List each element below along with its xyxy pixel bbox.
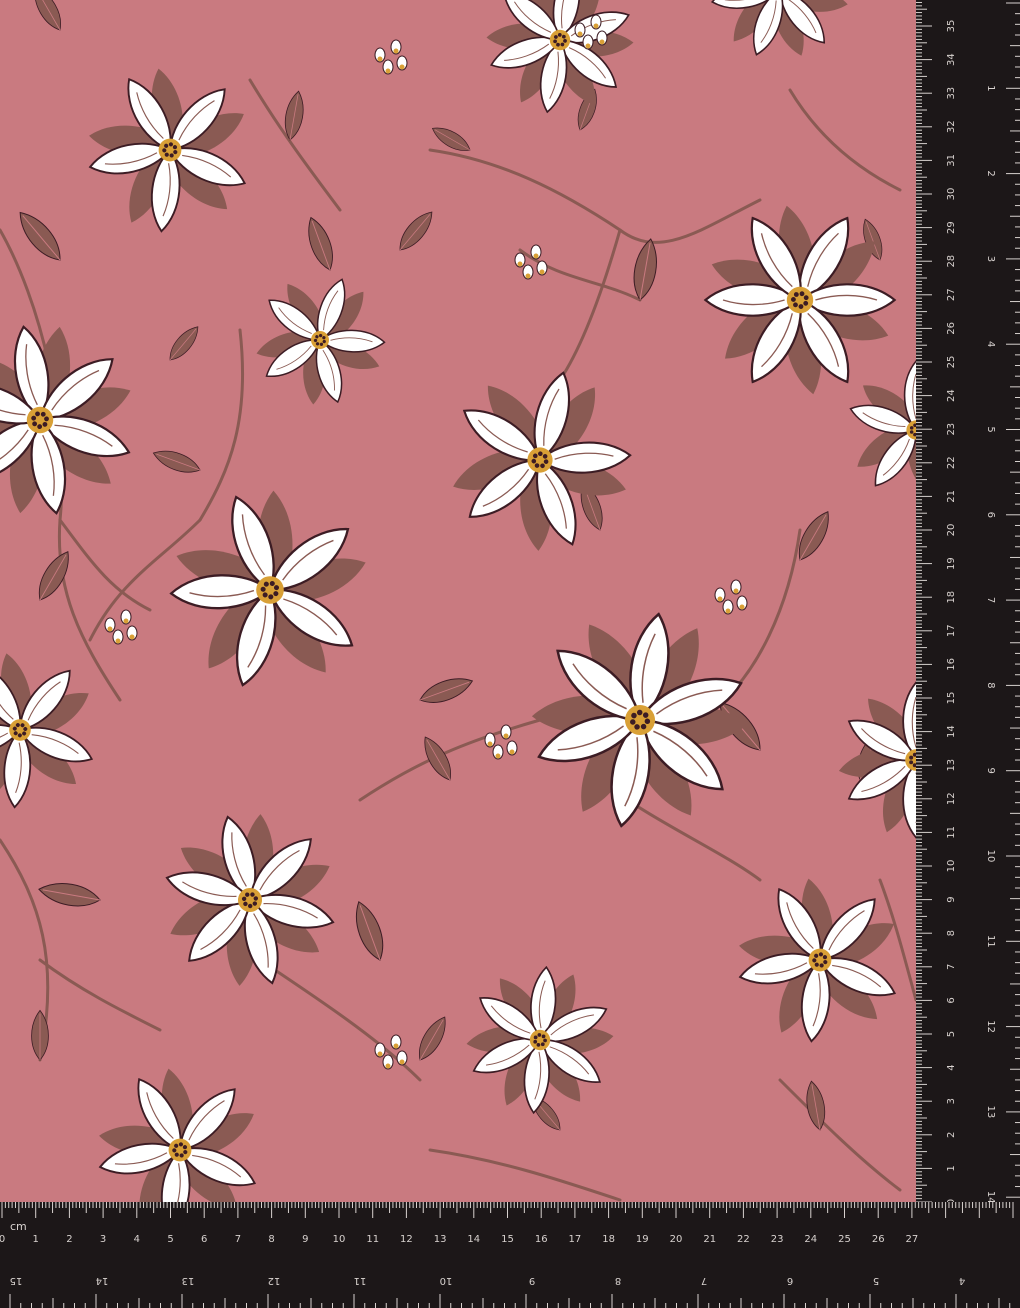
ruler-cm-label: 18 <box>602 1234 615 1245</box>
ruler-cm-label: 6 <box>201 1234 207 1245</box>
ruler-vertical-background <box>916 0 1020 1308</box>
ruler-cm-label: 13 <box>434 1234 447 1245</box>
ruler-horizontal: 0 1 2 3 4 5 6 7 8 9 10 11 12 13 14 15 16 17 18 19 20 21 22 23 24… <box>0 1202 1020 1308</box>
ruler-cm-label: 17 <box>946 624 957 637</box>
floral-fabric-pattern <box>0 0 916 1202</box>
ruler-cm-label: 14 <box>467 1234 480 1245</box>
ruler-cm-label: 18 <box>946 591 957 604</box>
ruler-cm-label: 19 <box>946 557 957 570</box>
ruler-inch-label: 2 <box>985 170 996 176</box>
ruler-cm-label: 21 <box>946 490 957 503</box>
ruler-cm-label: 30 <box>946 188 957 201</box>
ruler-cm-label: 1 <box>33 1234 39 1245</box>
ruler-inch-label: 5 <box>873 1275 879 1286</box>
ruler-cm-label: 26 <box>946 322 957 335</box>
ruler-cm-label: 31 <box>946 154 957 167</box>
ruler-cm-label: 35 <box>946 20 957 33</box>
ruler-inch-label: 7 <box>701 1275 707 1286</box>
ruler-cm-label: 11 <box>946 826 957 839</box>
ruler-cm-label: 33 <box>946 87 957 100</box>
ruler-cm-label: 27 <box>906 1234 919 1245</box>
ruler-cm-label: 16 <box>946 658 957 671</box>
ruler-inch-label: 9 <box>529 1275 535 1286</box>
ruler-cm-label: 8 <box>268 1234 274 1245</box>
ruler-inch-label: 11 <box>354 1275 367 1286</box>
ruler-inch-label: 9 <box>985 768 996 774</box>
ruler-inch-label: 3 <box>985 256 996 262</box>
ruler-cm-label: 12 <box>400 1234 413 1245</box>
ruler-horizontal-background <box>0 1202 1020 1308</box>
ruler-cm-label: 25 <box>838 1234 851 1245</box>
ruler-cm-label: 15 <box>946 692 957 705</box>
ruler-inch-label: 10 <box>985 850 996 863</box>
ruler-inch-label: 10 <box>440 1275 453 1286</box>
ruler-cm-label: 16 <box>535 1234 548 1245</box>
ruler-inch-label: 8 <box>985 682 996 688</box>
ruler-cm-label: 32 <box>946 120 957 133</box>
ruler-cm-label: 13 <box>946 759 957 772</box>
ruler-cm-label: 4 <box>134 1234 140 1245</box>
ruler-cm-label: 21 <box>703 1234 716 1245</box>
ruler-inch-label: 15 <box>10 1275 23 1286</box>
ruler-cm-label: 28 <box>946 255 957 268</box>
ruler-cm-label: 17 <box>569 1234 582 1245</box>
ruler-cm-label: 9 <box>302 1234 308 1245</box>
ruler-cm-label: 24 <box>946 389 957 402</box>
ruler-cm-label: 20 <box>670 1234 683 1245</box>
ruler-vertical: 0123456789101112131415161718192021222324… <box>916 0 1020 1308</box>
ruler-inch-label: 8 <box>615 1275 621 1286</box>
ruler-cm-label: 24 <box>804 1234 817 1245</box>
ruler-cm-label: 5 <box>946 1031 957 1037</box>
ruler-inch-label: 6 <box>787 1275 793 1286</box>
ruler-inch-label: 12 <box>268 1275 281 1286</box>
ruler-cm-label: 22 <box>946 456 957 469</box>
ruler-cm-label: 10 <box>946 860 957 873</box>
ruler-cm-label: 29 <box>946 221 957 234</box>
ruler-cm-label: 34 <box>946 53 957 66</box>
ruler-inch-label: 5 <box>985 426 996 432</box>
ruler-cm-label: 3 <box>946 1098 957 1104</box>
ruler-cm-label: 7 <box>946 964 957 970</box>
ruler-inch-label: 6 <box>985 512 996 518</box>
fabric-swatch-preview: 0123456789101112131415161718192021222324… <box>0 0 1020 1308</box>
ruler-cm-label: 23 <box>771 1234 784 1245</box>
ruler-cm-label: 26 <box>872 1234 885 1245</box>
ruler-horizontal-unit-label: cm <box>10 1220 27 1233</box>
ruler-cm-label: 7 <box>235 1234 241 1245</box>
ruler-cm-label: 19 <box>636 1234 649 1245</box>
ruler-inch-label: 11 <box>985 935 996 948</box>
ruler-inch-label: 13 <box>182 1275 195 1286</box>
ruler-inch-label: 13 <box>985 1106 996 1119</box>
ruler-cm-label: 6 <box>946 997 957 1003</box>
ruler-cm-label: 22 <box>737 1234 750 1245</box>
ruler-cm-label: 9 <box>946 896 957 902</box>
ruler-cm-label: 12 <box>946 792 957 805</box>
ruler-cm-label: 1 <box>946 1165 957 1171</box>
ruler-inch-label: 7 <box>985 597 996 603</box>
ruler-cm-label: 3 <box>100 1234 106 1245</box>
ruler-cm-label: 5 <box>167 1234 173 1245</box>
ruler-cm-label: 0 <box>0 1234 5 1245</box>
ruler-inch-label: 4 <box>959 1275 965 1286</box>
ruler-cm-label: 11 <box>366 1234 379 1245</box>
ruler-inch-label: 1 <box>985 85 996 91</box>
ruler-cm-label: 8 <box>946 930 957 936</box>
ruler-cm-label: 27 <box>946 288 957 301</box>
ruler-cm-label: 25 <box>946 356 957 369</box>
ruler-cm-label: 2 <box>946 1132 957 1138</box>
ruler-inch-label: 12 <box>985 1020 996 1033</box>
ruler-inch-label: 4 <box>985 341 996 347</box>
ruler-inch-label: 14 <box>96 1275 109 1286</box>
ruler-cm-label: 14 <box>946 725 957 738</box>
ruler-cm-label: 20 <box>946 524 957 537</box>
ruler-cm-label: 4 <box>946 1064 957 1070</box>
ruler-cm-label: 15 <box>501 1234 514 1245</box>
ruler-cm-label: 10 <box>333 1234 346 1245</box>
ruler-cm-label: 2 <box>66 1234 72 1245</box>
ruler-cm-label: 23 <box>946 423 957 436</box>
